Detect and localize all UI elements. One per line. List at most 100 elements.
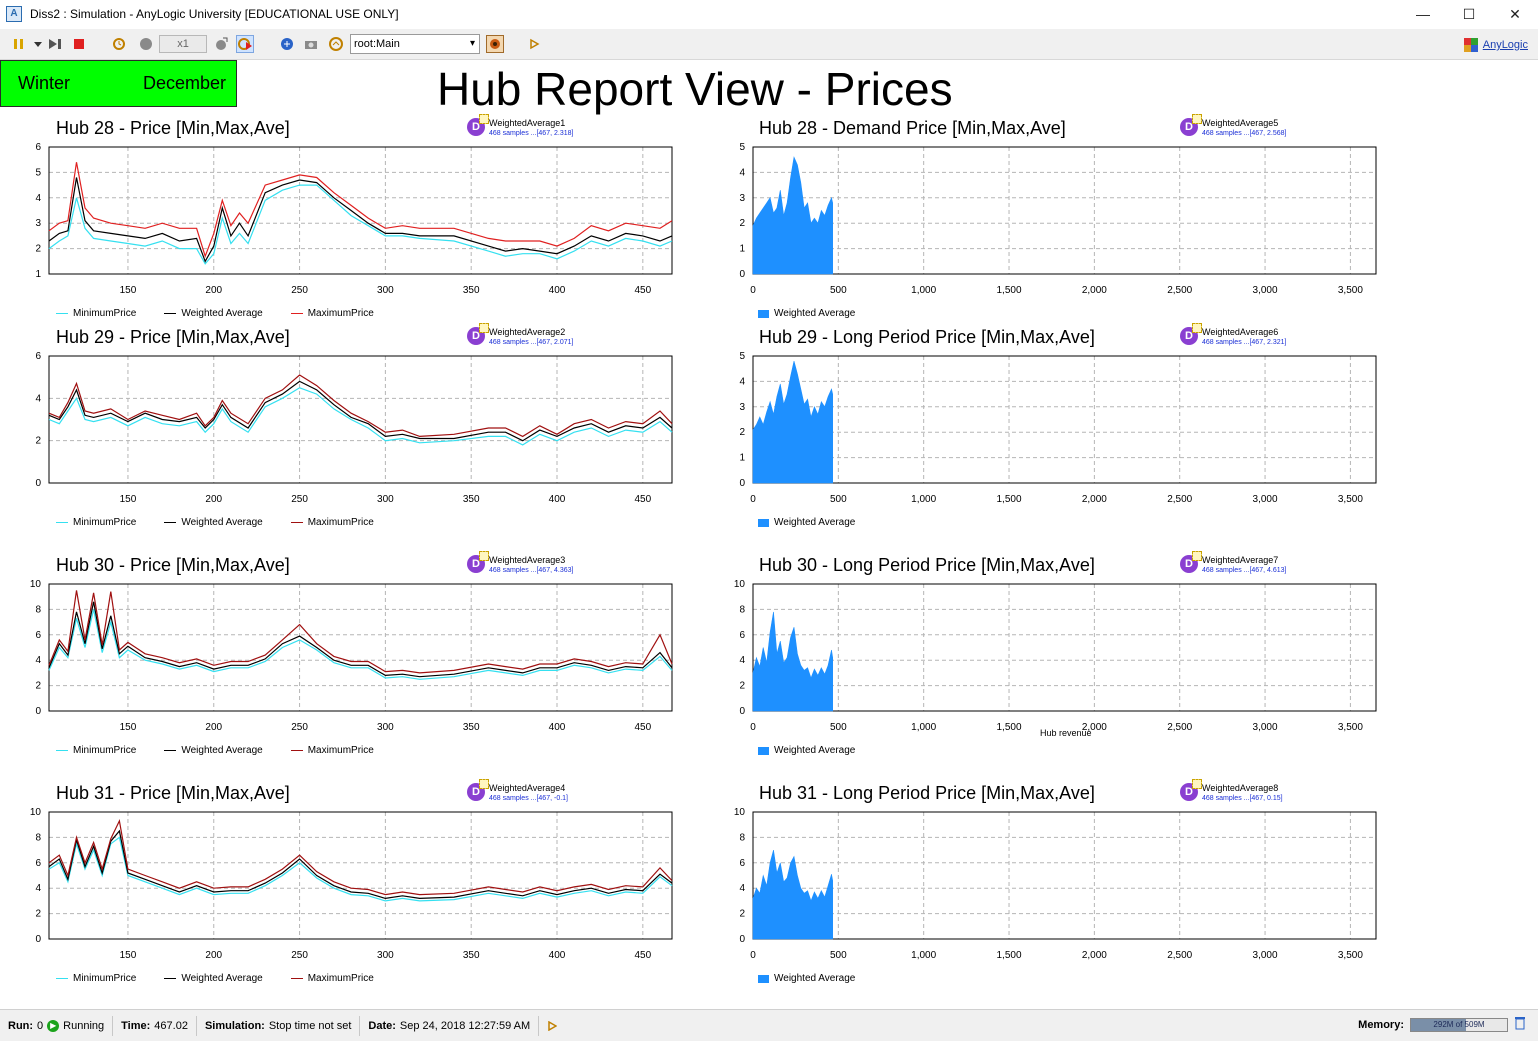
x-tick-label: 300 [377,285,394,296]
record-icon[interactable] [486,35,504,53]
virtual-time-mode-icon[interactable] [236,35,254,53]
step-icon[interactable] [46,35,64,53]
run-mode-dropdown-icon[interactable] [29,35,47,53]
garbage-collect-icon[interactable] [1514,1016,1526,1033]
developer-panel-icon[interactable] [525,35,543,53]
legend-item-max: MaximumPrice [290,517,374,528]
speed-down-icon[interactable] [137,35,155,53]
y-tick-label: 2 [739,218,745,229]
pause-icon[interactable] [10,35,28,53]
chart-title-hub29-long-period-price: Hub 29 - Long Period Price [Min,Max,Ave] [759,327,1095,347]
memory-status: Memory: 292M of 509M [1358,1016,1526,1033]
data-set-icon: D [467,114,489,136]
close-button[interactable]: ✕ [1492,0,1538,28]
navigate-icon[interactable] [278,35,296,53]
x-tick-label: 2,500 [1167,285,1192,296]
series-line-weighted-average [48,380,673,442]
anylogic-app-icon: A [6,6,22,22]
x-tick-label: 150 [120,494,137,505]
memory-bar: 292M of 509M [1410,1017,1508,1032]
x-tick-label: 350 [463,722,480,733]
anylogic-link[interactable]: AnyLogic [1463,37,1528,53]
x-tick-label: 0 [750,285,756,296]
legend-item-min: MinimumPrice [56,745,136,756]
series-line-minimumprice [48,184,673,265]
x-tick-label: 450 [634,285,651,296]
series-line-maximumprice [48,818,673,896]
weighted-average-4-element[interactable]: D WeightedAverage4 468 samples ...[467, -0… [467,779,568,803]
stop-icon[interactable] [70,35,88,53]
weighted-average-3-element[interactable]: D WeightedAverage3 468 samples ...[467, 4.… [467,551,573,575]
x-tick-label: 1,500 [997,722,1022,733]
x-tick-label: 150 [120,722,137,733]
data-set-icon: D [467,323,489,345]
weighted-average-7-element[interactable]: D WeightedAverage7 468 samples ...[467, 4.… [1180,551,1286,575]
y-tick-label: 6 [35,351,41,362]
y-tick-label: 5 [739,351,745,362]
data-set-icon: D [1180,114,1202,136]
chart-hub28-demand-price: 0 1 2 3 4 5 0 500 1,000 1,500 2,000 2,500 3,000 3,500 [739,142,1377,296]
series-line-maximumprice [48,162,673,259]
x-tick-label: 2,000 [1082,494,1107,505]
root-agent-select-value: root:Main [354,38,400,50]
y-tick-label: 2 [35,681,41,692]
legend-item-max: MaximumPrice [290,308,374,319]
y-tick-label: 8 [35,604,41,615]
speed-up-icon[interactable] [212,35,230,53]
y-tick-label: 2 [739,681,745,692]
simulation-toolbar: x1 root:Main ▾ AnyLogic [0,29,1538,60]
y-tick-label: 4 [35,655,41,666]
x-tick-label: 450 [634,494,651,505]
weighted-average-2-element[interactable]: D WeightedAverage2 468 samples ...[467, 2.… [467,323,573,347]
window-controls: — ☐ ✕ [1400,0,1538,28]
chart-hub31-long-period-price: 0 2 4 6 8 10 0 500 1,000 1,500 2,000 2,500 3,000 3,50… [734,807,1377,961]
root-agent-select[interactable]: root:Main ▾ [350,34,480,54]
hub-revenue-caption: Hub revenue [1040,728,1092,738]
chart-hub30-long-period-price: 02468100 500 1,000 1,500 2,000 2,500 3,000 3,50… [734,579,1377,733]
y-tick-label: 5 [739,142,745,153]
series-line-minimumprice [48,609,673,680]
wa-name: WeightedAverage8 [1202,783,1279,793]
x-tick-label: 500 [830,950,847,961]
wa-name: WeightedAverage7 [1202,555,1279,565]
month-label: December [143,73,227,93]
status-options-icon[interactable] [539,1016,565,1036]
y-tick-label: 6 [35,858,41,869]
legend-item-avg: Weighted Average [164,308,263,319]
x-tick-label: 3,000 [1253,285,1278,296]
x-tick-label: 200 [205,285,222,296]
home-agent-icon[interactable] [327,35,345,53]
chart-title-hub28-price: Hub 28 - Price [Min,Max,Ave] [56,118,290,138]
x-tick-label: 3,000 [1253,950,1278,961]
x-tick-label: 450 [634,722,651,733]
legend-hub29-price: MinimumPrice Weighted Average MaximumPri… [56,517,374,528]
wa-name: WeightedAverage3 [489,555,566,565]
y-tick-label: 4 [739,883,745,894]
legend-hub29-long: Weighted Average [758,517,855,528]
y-tick-label: 8 [739,604,745,615]
weighted-average-6-element[interactable]: D WeightedAverage6 468 samples ...[467, 2.… [1180,323,1286,347]
data-set-icon: D [1180,779,1202,801]
x-tick-label: 1,000 [911,494,936,505]
slow-down-icon[interactable] [111,35,129,53]
x-tick-label: 1,000 [911,722,936,733]
x-tick-label: 1,500 [997,494,1022,505]
weighted-average-8-element[interactable]: D WeightedAverage8 468 samples ...[467, 0.… [1180,779,1283,803]
wa-name: WeightedAverage1 [489,118,566,128]
series-area-weighted-average [752,156,833,275]
y-tick-label: 4 [35,193,41,204]
x-tick-label: 0 [750,494,756,505]
y-tick-label: 6 [739,630,745,641]
weighted-average-1-element[interactable]: D WeightedAverage1 468 samples ...[467, 2.… [467,114,573,138]
y-tick-label: 6 [35,142,41,153]
camera-icon[interactable] [302,35,320,53]
x-tick-label: 3,000 [1253,722,1278,733]
y-tick-label: 1 [739,453,745,464]
season-indicator: Winter December [0,60,237,107]
minimize-button[interactable]: — [1400,0,1446,28]
legend-hub30-price: MinimumPrice Weighted Average MaximumPri… [56,745,374,756]
weighted-average-5-element[interactable]: D WeightedAverage5 468 samples ...[467, 2.… [1180,114,1286,138]
maximize-button[interactable]: ☐ [1446,0,1492,28]
x-tick-label: 0 [750,950,756,961]
x-tick-label: 2,500 [1167,950,1192,961]
